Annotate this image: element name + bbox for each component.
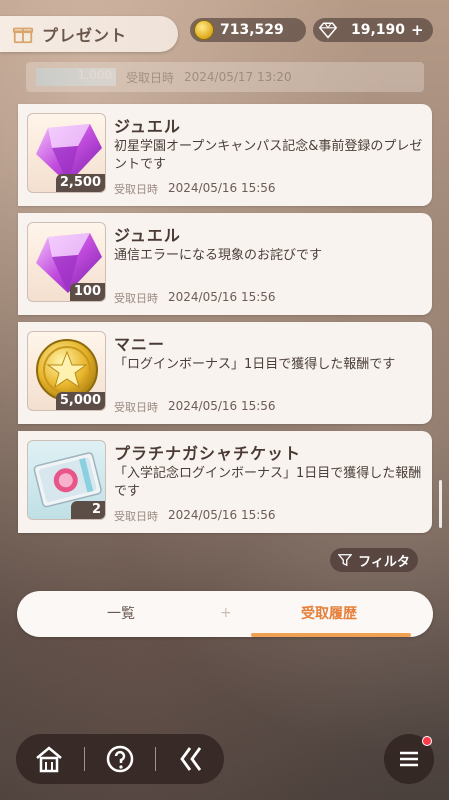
received-label: 受取日時 (114, 401, 158, 414)
item-description: 通信エラーになる現象のお詫びです (114, 248, 323, 263)
item-description: 「入学記念ログインボーナス」1日目で獲得した報酬です (114, 466, 422, 499)
nav-divider (155, 747, 157, 771)
add-gems-button[interactable]: + (411, 21, 424, 39)
item-quantity: 100 (69, 283, 105, 301)
present-history-list[interactable]: 2,500 ジュエル 初星学園オープンキャンパス記念&事前登録のプレゼントです … (18, 104, 432, 540)
gift-icon (12, 27, 34, 44)
double-chevron-left-icon (180, 747, 202, 771)
list-item[interactable]: 2 プラチナガシャチケット 「入学記念ログインボーナス」1日目で獲得した報酬です… (18, 431, 432, 533)
list-item-partial: 1,000 受取日時 2024/05/17 13:20 (26, 62, 424, 92)
received-label: 受取日時 (114, 292, 158, 305)
item-quantity: 2 (71, 501, 105, 519)
received-info: 受取日時 2024/05/16 15:56 (114, 399, 276, 415)
coin-counter: 713,529 (190, 18, 306, 42)
home-icon (35, 746, 62, 773)
tab-list[interactable]: 一覧 (17, 591, 225, 637)
received-date: 2024/05/16 15:56 (168, 290, 276, 304)
list-scrollbar[interactable] (439, 480, 442, 528)
received-date: 2024/05/17 13:20 (184, 70, 292, 84)
item-quantity: 2,500 (55, 174, 105, 192)
coin-icon (194, 20, 214, 40)
item-thumbnail: 2,500 (27, 113, 106, 193)
received-label: 受取日時 (126, 70, 175, 85)
received-date: 2024/05/16 15:56 (168, 181, 276, 195)
received-label: 受取日時 (114, 183, 158, 196)
list-item[interactable]: 100 ジュエル 通信エラーになる現象のお詫びです 受取日時 2024/05/1… (18, 213, 432, 315)
received-date: 2024/05/16 15:56 (168, 508, 276, 522)
item-thumbnail: 5,000 (27, 331, 106, 411)
item-name: ジュエル (114, 117, 181, 136)
item-quantity: 5,000 (55, 392, 105, 410)
nav-divider (83, 747, 85, 771)
item-name: マニー (114, 335, 166, 354)
received-info: 受取日時 2024/05/16 15:56 (114, 181, 276, 197)
bottom-nav (16, 734, 224, 784)
help-icon (106, 745, 134, 773)
back-button[interactable] (161, 734, 221, 784)
page-title-pill: プレゼント (0, 16, 178, 52)
received-date: 2024/05/16 15:56 (168, 399, 276, 413)
item-thumbnail: 100 (27, 222, 106, 302)
top-bar: プレゼント 713,529 19,190 + (0, 0, 449, 60)
filter-label: フィルタ (358, 554, 410, 570)
list-item[interactable]: 2,500 ジュエル 初星学園オープンキャンパス記念&事前登録のプレゼントです … (18, 104, 432, 206)
received-info: 受取日時 2024/05/16 15:56 (114, 290, 276, 306)
notification-dot (422, 736, 432, 746)
received-info: 受取日時 2024/05/16 15:56 (114, 508, 276, 524)
menu-button[interactable] (384, 734, 434, 784)
item-quantity: 1,000 (36, 68, 116, 86)
item-thumbnail: 2 (27, 440, 106, 520)
gem-counter[interactable]: 19,190 + (313, 18, 433, 42)
coin-amount: 713,529 (220, 22, 284, 38)
diamond-icon (319, 22, 337, 39)
tab-bar: 一覧 + 受取履歴 (17, 591, 433, 637)
item-name: プラチナガシャチケット (114, 444, 302, 463)
received-label: 受取日時 (114, 510, 158, 523)
item-description: 初星学園オープンキャンパス記念&事前登録のプレゼントです (114, 139, 423, 172)
tab-received-history[interactable]: 受取履歴 (225, 591, 433, 637)
list-item[interactable]: 5,000 マニー 「ログインボーナス」1日目で獲得した報酬です 受取日時 20… (18, 322, 432, 424)
filter-icon (338, 554, 353, 567)
help-button[interactable] (90, 734, 150, 784)
filter-button[interactable]: フィルタ (330, 548, 418, 572)
gem-amount: 19,190 (351, 22, 406, 38)
hamburger-menu-icon (400, 751, 418, 767)
item-name: ジュエル (114, 226, 181, 245)
item-description: 「ログインボーナス」1日目で獲得した報酬です (114, 357, 396, 372)
page-title: プレゼント (42, 26, 128, 45)
home-button[interactable] (19, 734, 79, 784)
